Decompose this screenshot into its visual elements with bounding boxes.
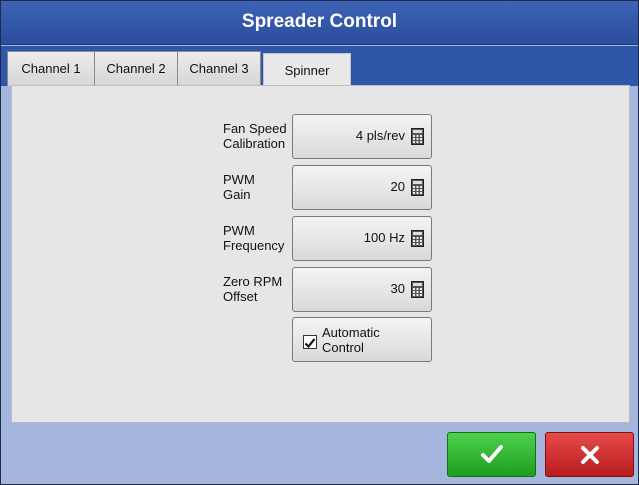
automatic-control-checkbox[interactable]	[303, 335, 317, 349]
fan-speed-calibration-value: 4 pls/rev	[355, 128, 405, 143]
zero-rpm-label-line1: Zero RPM	[223, 274, 283, 289]
automatic-control-checkbox-button[interactable]: Automatic Control	[292, 317, 432, 362]
zero-rpm-offset-field[interactable]: 30	[292, 267, 432, 312]
calculator-icon	[411, 281, 424, 303]
pwm-frequency-label-line2: Frequency	[223, 238, 285, 253]
pwm-gain-label-line2: Gain	[223, 187, 251, 202]
pwm-gain-label: PWM Gain	[223, 172, 255, 202]
x-icon	[581, 446, 599, 464]
pwm-frequency-label: PWM Frequency	[223, 223, 284, 253]
automatic-control-label-line2: Control	[322, 340, 364, 355]
spinner-settings-panel: Fan Speed Calibration 4 pls/rev PWM Gain…	[11, 85, 630, 423]
checkmark-icon	[481, 445, 503, 463]
tab-channel-2[interactable]: Channel 2	[94, 51, 178, 86]
fan-speed-calibration-label: Fan Speed Calibration	[223, 121, 287, 151]
tab-channel-3[interactable]: Channel 3	[177, 51, 261, 86]
window-title: Spreader Control	[1, 1, 638, 45]
fan-speed-label-line2: Calibration	[223, 136, 286, 151]
zero-rpm-offset-value: 30	[390, 281, 405, 296]
automatic-control-label: Automatic Control	[322, 325, 380, 355]
calculator-icon	[411, 179, 424, 201]
pwm-frequency-value: 100 Hz	[363, 230, 405, 245]
tab-channel-1[interactable]: Channel 1	[7, 51, 95, 86]
pwm-gain-label-line1: PWM	[223, 172, 255, 187]
tab-strip: Channel 1 Channel 2 Channel 3 Spinner	[1, 46, 638, 90]
zero-rpm-offset-label: Zero RPM Offset	[223, 274, 282, 304]
calculator-icon	[411, 230, 424, 252]
fan-speed-calibration-field[interactable]: 4 pls/rev	[292, 114, 432, 159]
pwm-gain-value: 20	[390, 179, 405, 194]
spreader-control-window: Spreader Control Channel 1 Channel 2 Cha…	[0, 0, 639, 485]
pwm-gain-field[interactable]: 20	[292, 165, 432, 210]
pwm-frequency-field[interactable]: 100 Hz	[292, 216, 432, 261]
checkmark-icon	[304, 338, 316, 349]
pwm-frequency-label-line1: PWM	[223, 223, 255, 238]
automatic-control-label-line1: Automatic	[322, 325, 380, 340]
cancel-button[interactable]	[545, 432, 634, 477]
calculator-icon	[411, 128, 424, 150]
fan-speed-label-line1: Fan Speed	[223, 121, 287, 136]
ok-button[interactable]	[447, 432, 536, 477]
zero-rpm-label-line2: Offset	[223, 289, 258, 304]
